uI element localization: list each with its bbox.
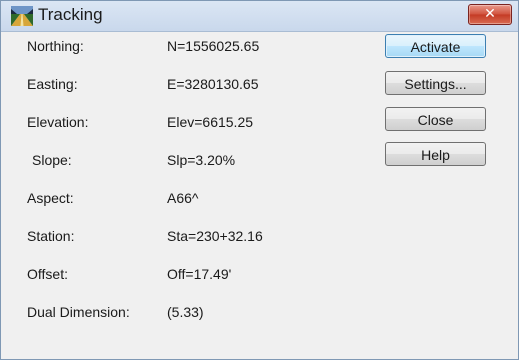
northing-label: Northing: (27, 38, 84, 54)
close-button[interactable]: Close (385, 107, 486, 131)
dual-dimension-value: (5.33) (167, 304, 204, 320)
settings-button[interactable]: Settings... (385, 71, 486, 95)
slope-label: Slope: (32, 152, 72, 168)
offset-value: Off=17.49' (167, 266, 232, 282)
offset-label: Offset: (27, 266, 68, 282)
help-button[interactable]: Help (385, 142, 486, 166)
easting-label: Easting: (27, 76, 78, 92)
elevation-label: Elevation: (27, 114, 89, 130)
road-perspective-icon (11, 6, 33, 26)
tracking-dialog: Tracking ✕ Northing: N=1556025.65 Eastin… (0, 0, 519, 360)
slope-value: Slp=3.20% (167, 152, 236, 168)
northing-value: N=1556025.65 (167, 38, 260, 54)
station-label: Station: (27, 228, 75, 244)
close-icon: ✕ (484, 6, 496, 22)
dual-dimension-label: Dual Dimension: (27, 304, 130, 320)
elevation-value: Elev=6615.25 (167, 114, 254, 130)
station-value: Sta=230+32.16 (167, 228, 263, 244)
easting-value: E=3280130.65 (167, 76, 259, 92)
aspect-label: Aspect: (27, 190, 74, 206)
activate-button[interactable]: Activate (385, 34, 486, 58)
aspect-value: A66^ (167, 190, 199, 206)
window-title: Tracking (38, 5, 103, 24)
title-bar[interactable]: Tracking ✕ (1, 1, 518, 32)
window-close-button[interactable]: ✕ (468, 4, 512, 25)
